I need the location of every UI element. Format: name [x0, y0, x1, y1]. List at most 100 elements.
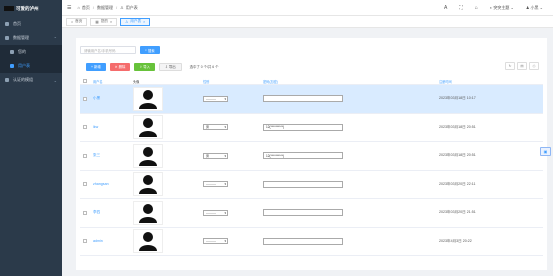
column-header[interactable]: 注册时间	[439, 79, 543, 84]
search-input[interactable]: 请输用户名/手机号码	[80, 46, 136, 54]
password-field[interactable]	[263, 209, 343, 217]
table-row[interactable]: zhangsan ---------- ▾ 2023年03月20日 22:11	[80, 171, 543, 199]
delete-button[interactable]: ✕ 删除	[109, 62, 131, 71]
add-button-label: 新增	[93, 65, 101, 69]
search-button[interactable]: ⌕ 搜索	[140, 46, 160, 54]
column-header[interactable]: 用户名	[89, 79, 133, 84]
register-time: 2023年03月20日 21:51	[439, 210, 476, 215]
sidebar-item-yours[interactable]: 您的	[0, 45, 62, 59]
column-header[interactable]: 性别	[203, 79, 263, 84]
avatar[interactable]	[133, 200, 163, 225]
brand-title: 可爱的泸州	[16, 5, 39, 11]
theme-selector[interactable]: ◐ 突突主题 ⌄	[490, 5, 514, 11]
chevron-down-icon: ▾	[224, 239, 226, 244]
tag-home[interactable]: ⌂ 首页	[66, 17, 88, 26]
password-field[interactable]	[263, 180, 343, 188]
user-name-cell[interactable]: lkw	[89, 125, 133, 129]
avatar[interactable]	[133, 143, 163, 168]
add-button[interactable]: + 新增	[86, 62, 106, 71]
user-name: 小黑	[530, 5, 539, 10]
password-field[interactable]: 12(**********)	[263, 152, 343, 160]
gender-select[interactable]: ---------- ▾	[203, 238, 228, 245]
sidebar-item-user-table[interactable]: 用户表	[0, 59, 62, 73]
row-checkbox[interactable]	[82, 125, 87, 130]
grid-icon	[10, 50, 14, 54]
floating-panel-button[interactable]: ▣	[540, 147, 551, 156]
chevron-down-icon: ▾	[224, 96, 226, 101]
delete-button-label: 删除	[118, 65, 126, 69]
table-row[interactable]: 张三 男 ▾ 12(**********) 2023年03月18日 20:51	[80, 142, 543, 171]
home-icon	[5, 22, 9, 26]
gender-select[interactable]: 男 ▾	[203, 124, 228, 131]
export-button[interactable]: ⇩ 导出	[159, 62, 182, 71]
gender-select[interactable]: ---------- ▾	[203, 181, 228, 188]
column-header[interactable]: 密码(加密)	[263, 79, 439, 84]
menu-toggle-icon[interactable]: ☰	[67, 5, 71, 11]
close-icon[interactable]: ×	[143, 20, 145, 24]
gender-select-value: ----------	[206, 210, 216, 215]
select-all-checkbox[interactable]	[82, 79, 87, 83]
tags-bar: ⌂ 首页 ▦ 您的 × ♙ 用户表 ×	[62, 16, 553, 28]
search-button-label: 搜索	[147, 48, 155, 53]
gender-select-value: ----------	[206, 239, 216, 244]
password-field[interactable]	[263, 95, 343, 103]
grid-icon: ▦	[95, 19, 99, 24]
gender-select[interactable]: 男 ▾	[203, 152, 228, 159]
avatar[interactable]	[133, 172, 163, 197]
row-checkbox[interactable]	[82, 96, 87, 101]
gender-select-value: ----------	[206, 182, 216, 187]
table-row[interactable]: lkw 男 ▾ 12(**********) 2023年03月18日 20:51	[80, 114, 543, 142]
password-field[interactable]: 12(**********)	[263, 123, 343, 131]
sidebar-item-label: 数据管理	[13, 35, 29, 40]
download-icon: ⇩	[165, 64, 168, 69]
home-icon: ⌂	[77, 5, 80, 10]
user-table: 用户名 头像 性别 密码(加密) 注册时间 小黑 ---------- ▾ 202…	[80, 78, 543, 256]
row-checkbox[interactable]	[82, 210, 87, 215]
table-row[interactable]: 李四 ---------- ▾ 2023年03月20日 21:51	[80, 199, 543, 228]
user-name-cell[interactable]: 李四	[89, 210, 133, 215]
tag-user-table[interactable]: ♙ 用户表 ×	[120, 17, 151, 26]
tag-yours[interactable]: ▦ 您的 ×	[90, 17, 118, 26]
plus-icon: +	[91, 64, 93, 69]
table-row[interactable]: admin ---------- ▾ 2023年4月3日 20:22	[80, 228, 543, 256]
fullscreen-icon[interactable]: ⛶	[459, 5, 463, 11]
sidebar-item-label: 首页	[13, 21, 21, 26]
user-name-cell[interactable]: 小黑	[89, 96, 133, 101]
password-field[interactable]	[263, 237, 343, 245]
sidebar-item-data-manage[interactable]: 数据管理 ⌃	[0, 31, 62, 45]
gender-select[interactable]: ---------- ▾	[203, 95, 228, 102]
register-time: 2023年4月3日 20:22	[439, 238, 472, 243]
main-content: 请输用户名/手机号码 ⌕ 搜索 + 新增 ✕ 删除 ⇪ 导入 ⇩ 导出 选中了 …	[76, 38, 547, 270]
gender-select-value: 男	[206, 125, 210, 130]
chevron-down-icon: ▾	[224, 153, 226, 158]
user-name-cell[interactable]: admin	[89, 239, 133, 243]
breadcrumb-item[interactable]: 数据管理	[97, 5, 113, 11]
sidebar-item-home[interactable]: 首页	[0, 17, 62, 31]
breadcrumb-item[interactable]: 首页	[82, 5, 90, 11]
avatar[interactable]	[133, 86, 163, 111]
user-menu[interactable]: ♟ 小黑 ⌄	[526, 5, 543, 11]
gender-select[interactable]: ---------- ▾	[203, 209, 228, 216]
print-icon[interactable]: ⎙	[529, 62, 539, 70]
sidebar-item-auth[interactable]: 认证的模组 ⌄	[0, 73, 62, 87]
font-size-icon[interactable]: A	[444, 5, 447, 11]
table-row[interactable]: 小黑 ---------- ▾ 2023年03月18日 10:17	[80, 85, 543, 114]
import-button[interactable]: ⇪ 导入	[134, 62, 156, 71]
user-name-cell[interactable]: 张三	[89, 153, 133, 158]
register-time: 2023年03月18日 10:17	[439, 96, 476, 101]
sidebar-item-label: 您的	[18, 49, 26, 54]
row-checkbox[interactable]	[82, 153, 87, 158]
home-icon[interactable]: ⌂	[475, 5, 478, 11]
avatar[interactable]	[133, 115, 163, 140]
columns-icon[interactable]: ▤	[517, 62, 527, 70]
tag-label: 您的	[100, 19, 108, 23]
avatar[interactable]	[133, 229, 163, 254]
refresh-icon[interactable]: ↻	[505, 62, 515, 70]
row-checkbox[interactable]	[82, 239, 87, 244]
breadcrumb: ⌂ 首页 / 数据管理 / ♙ 用户表	[77, 5, 137, 11]
row-checkbox[interactable]	[82, 182, 87, 187]
close-icon[interactable]: ×	[110, 20, 112, 24]
breadcrumb-item: 用户表	[125, 4, 138, 10]
user-name-cell[interactable]: zhangsan	[89, 182, 133, 186]
tag-label: 首页	[75, 19, 83, 23]
